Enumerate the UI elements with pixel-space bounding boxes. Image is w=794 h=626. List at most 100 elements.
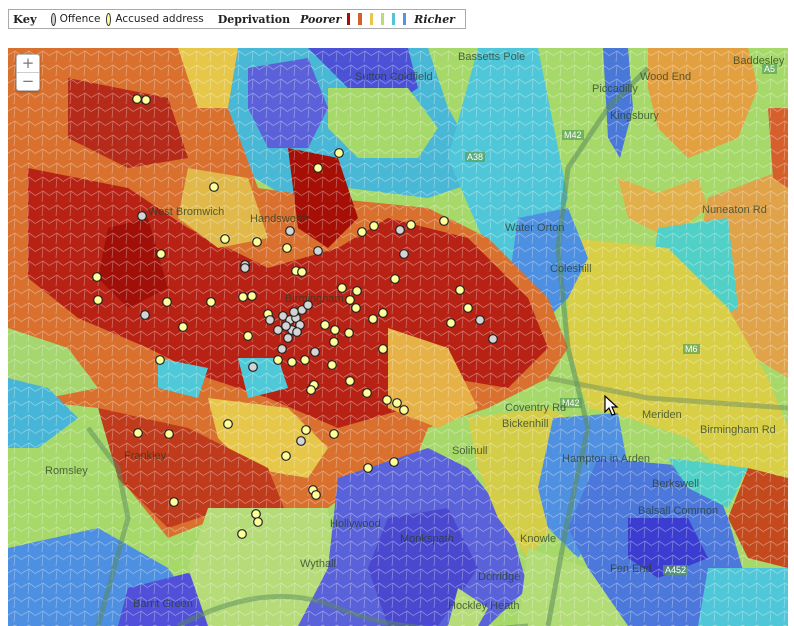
- accused-address-marker[interactable]: [378, 344, 388, 354]
- place-label: Frankley: [124, 450, 167, 462]
- richer-label: Richer: [414, 12, 455, 26]
- place-label: Birmingham: [285, 293, 344, 305]
- road-label: Coventry Rd: [505, 402, 567, 414]
- place-label: Balsall Common: [638, 505, 719, 517]
- accused-address-marker[interactable]: [330, 325, 340, 335]
- accused-address-marker[interactable]: [439, 216, 449, 226]
- accused-address-marker[interactable]: [223, 419, 233, 429]
- accused-address-marker[interactable]: [164, 429, 174, 439]
- offence-marker[interactable]: [248, 362, 258, 372]
- accused-address-marker[interactable]: [178, 322, 188, 332]
- accused-address-marker[interactable]: [252, 237, 262, 247]
- accused-address-marker[interactable]: [392, 398, 402, 408]
- accused-address-marker[interactable]: [297, 267, 307, 277]
- accused-address-marker[interactable]: [406, 220, 416, 230]
- accused-address-marker[interactable]: [362, 388, 372, 398]
- accused-address-marker[interactable]: [206, 297, 216, 307]
- accused-address-marker[interactable]: [300, 355, 310, 365]
- accused-address-marker[interactable]: [344, 328, 354, 338]
- accused-address-marker[interactable]: [345, 376, 355, 386]
- offence-marker[interactable]: [395, 225, 405, 235]
- accused-address-marker[interactable]: [378, 308, 388, 318]
- accused-address-marker[interactable]: [363, 463, 373, 473]
- accused-address-marker[interactable]: [162, 297, 172, 307]
- accused-address-marker[interactable]: [390, 274, 400, 284]
- accused-address-marker[interactable]: [92, 272, 102, 282]
- place-label: Dorridge: [478, 571, 521, 583]
- accused-address-marker[interactable]: [155, 355, 165, 365]
- accused-address-marker[interactable]: [389, 457, 399, 467]
- accused-address-marker[interactable]: [329, 337, 339, 347]
- offence-marker[interactable]: [277, 344, 287, 354]
- place-label: Wythall: [300, 558, 336, 570]
- accused-address-marker[interactable]: [329, 429, 339, 439]
- deprivation-swatch-2: [358, 13, 362, 25]
- accused-address-marker[interactable]: [132, 94, 142, 104]
- accused-address-marker[interactable]: [337, 283, 347, 293]
- zoom-out-button[interactable]: −: [17, 72, 39, 90]
- place-label: Hockley Heath: [448, 600, 520, 612]
- offence-marker[interactable]: [399, 249, 409, 259]
- accused-address-marker[interactable]: [133, 428, 143, 438]
- accused-address-marker[interactable]: [334, 148, 344, 158]
- accused-address-marker[interactable]: [369, 221, 379, 231]
- accused-address-marker[interactable]: [220, 234, 230, 244]
- road-label: M6: [683, 344, 700, 354]
- accused-address-marker[interactable]: [287, 357, 297, 367]
- place-label: West Bromwich: [148, 206, 225, 218]
- accused-address-marker[interactable]: [156, 249, 166, 259]
- offence-marker[interactable]: [313, 246, 323, 256]
- accused-address-marker[interactable]: [446, 318, 456, 328]
- accused-address-marker[interactable]: [238, 292, 248, 302]
- accused-address-marker[interactable]: [141, 95, 151, 105]
- offence-marker[interactable]: [273, 325, 283, 335]
- accused-address-marker[interactable]: [169, 497, 179, 507]
- place-label: Monkspath: [400, 533, 454, 545]
- deprivation-swatch-5: [391, 13, 396, 25]
- accused-address-marker[interactable]: [306, 385, 316, 395]
- offence-marker[interactable]: [475, 315, 485, 325]
- accused-address-marker[interactable]: [247, 291, 257, 301]
- deprivation-map[interactable]: Sutton Coldfield Bassetts Pole Wood End Bad…: [8, 48, 788, 626]
- offence-marker[interactable]: [240, 263, 250, 273]
- zoom-in-button[interactable]: +: [17, 55, 39, 72]
- offence-marker[interactable]: [285, 226, 295, 236]
- accused-address-marker[interactable]: [455, 285, 465, 295]
- accused-address-marker[interactable]: [209, 182, 219, 192]
- offence-marker[interactable]: [281, 321, 291, 331]
- offence-marker[interactable]: [292, 327, 302, 337]
- offence-marker[interactable]: [283, 333, 293, 343]
- accused-address-marker[interactable]: [282, 243, 292, 253]
- offence-marker[interactable]: [488, 334, 498, 344]
- zoom-control: + −: [16, 54, 40, 91]
- accused-address-marker[interactable]: [351, 303, 361, 313]
- offence-marker[interactable]: [140, 310, 150, 320]
- place-label: Water Orton: [505, 222, 565, 234]
- accused-address-marker[interactable]: [345, 295, 355, 305]
- accused-address-marker[interactable]: [327, 360, 337, 370]
- accused-address-marker[interactable]: [281, 451, 291, 461]
- accused-address-marker[interactable]: [463, 303, 473, 313]
- accused-address-marker[interactable]: [399, 405, 409, 415]
- accused-address-marker[interactable]: [368, 314, 378, 324]
- accused-address-marker[interactable]: [382, 395, 392, 405]
- offence-marker[interactable]: [289, 307, 299, 317]
- accused-address-marker[interactable]: [357, 227, 367, 237]
- accused-address-marker[interactable]: [320, 320, 330, 330]
- accused-address-marker[interactable]: [301, 425, 311, 435]
- accused-address-marker[interactable]: [253, 517, 263, 527]
- accused-address-marker[interactable]: [352, 286, 362, 296]
- offence-marker[interactable]: [265, 315, 275, 325]
- offence-marker[interactable]: [296, 436, 306, 446]
- accused-address-marker[interactable]: [311, 490, 321, 500]
- boundary-texture: [8, 48, 788, 626]
- accused-address-marker[interactable]: [313, 163, 323, 173]
- offence-marker[interactable]: [137, 211, 147, 221]
- deprivation-swatch-6: [403, 13, 407, 25]
- offence-marker[interactable]: [310, 347, 320, 357]
- accused-address-marker[interactable]: [237, 529, 247, 539]
- accused-address-marker[interactable]: [251, 509, 261, 519]
- accused-address-marker[interactable]: [273, 355, 283, 365]
- accused-address-marker[interactable]: [243, 331, 253, 341]
- accused-address-marker[interactable]: [93, 295, 103, 305]
